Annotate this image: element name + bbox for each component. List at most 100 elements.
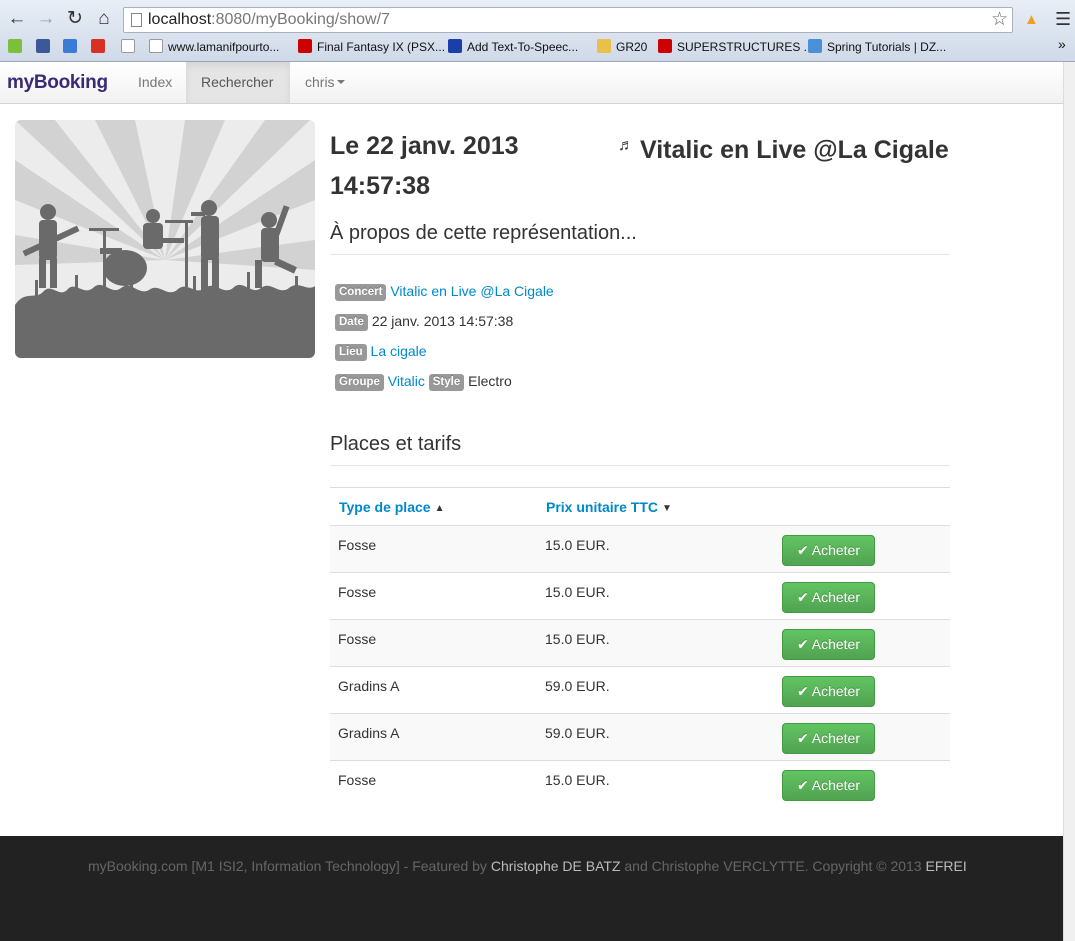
bookmarks-overflow-icon[interactable]: »	[1058, 36, 1066, 52]
brand-logo[interactable]: myBooking	[7, 62, 108, 104]
bookmark-item[interactable]	[121, 38, 135, 56]
bookmark-item[interactable]: GR20	[597, 38, 647, 56]
buy-button[interactable]: ✔ Acheter	[782, 582, 875, 613]
bookmark-item[interactable]	[36, 38, 50, 56]
gmail-icon	[91, 39, 105, 53]
tarifs-heading: Places et tarifs	[330, 433, 950, 466]
browser-chrome: ← → ↻ ⌂ localhost:8080/myBooking/show/7 …	[0, 0, 1075, 62]
col-action-header	[774, 487, 950, 526]
bookmark-item[interactable]: www.lamanifpourto...	[149, 38, 279, 56]
bookmark-item[interactable]: SUPERSTRUCTURES ...	[658, 38, 814, 56]
speech-icon	[448, 39, 462, 53]
bookmarks-bar: www.lamanifpourto... Final Fantasy IX (P…	[0, 36, 1075, 58]
check-icon: ✔	[797, 542, 809, 558]
browser-menu-icon[interactable]: ☰	[1055, 9, 1071, 29]
place-price: 15.0 EUR.	[537, 525, 774, 573]
place-price: 15.0 EUR.	[537, 760, 774, 808]
place-type: Fosse	[330, 572, 537, 620]
url-host: localhost	[148, 11, 212, 28]
bookmark-item[interactable]	[91, 38, 105, 56]
table-row: Gradins A 59.0 EUR. ✔ Acheter	[330, 713, 950, 761]
youtube-icon	[658, 39, 672, 53]
event-name-title: ♬ Vitalic en Live @La Cigale	[618, 136, 949, 164]
footer-text: myBooking.com [M1 ISI2, Information Tech…	[88, 858, 967, 874]
style-value: Electro	[468, 373, 512, 389]
place-type: Gradins A	[330, 666, 537, 714]
buy-button[interactable]: ✔ Acheter	[782, 723, 875, 754]
page-icon	[149, 39, 163, 53]
buy-button[interactable]: ✔ Acheter	[782, 676, 875, 707]
place-type: Fosse	[330, 525, 537, 573]
concert-link[interactable]: Vitalic en Live @La Cigale	[390, 283, 553, 299]
table-row: Fosse 15.0 EUR. ✔ Acheter	[330, 760, 950, 808]
lieu-link[interactable]: La cigale	[371, 343, 427, 359]
info-concert: Concert Vitalic en Live @La Cigale	[335, 281, 554, 301]
place-price: 15.0 EUR.	[537, 572, 774, 620]
place-type: Gradins A	[330, 713, 537, 761]
footer-author-link[interactable]: Christophe DE BATZ	[491, 858, 621, 874]
place-price: 15.0 EUR.	[537, 619, 774, 667]
bookmark-star-icon[interactable]: ☆	[991, 8, 1008, 32]
browser-toolbar: ← → ↻ ⌂ localhost:8080/myBooking/show/7 …	[0, 5, 1075, 33]
buy-button[interactable]: ✔ Acheter	[782, 535, 875, 566]
date-value: 22 janv. 2013 14:57:38	[371, 313, 514, 329]
page-footer: myBooking.com [M1 ISI2, Information Tech…	[0, 836, 1063, 941]
dzone-icon	[808, 39, 822, 53]
date-label: Date	[335, 314, 368, 331]
concert-image	[15, 120, 315, 358]
info-groupe: Groupe Vitalic Style Electro	[335, 371, 512, 391]
table-row: Gradins A 59.0 EUR. ✔ Acheter	[330, 666, 950, 714]
check-icon: ✔	[797, 589, 809, 605]
app-navbar: myBooking Index Rechercher chris	[0, 62, 1063, 104]
check-icon: ✔	[797, 683, 809, 699]
address-bar[interactable]: localhost:8080/myBooking/show/7 ☆	[123, 7, 1013, 33]
event-date-title: Le 22 janv. 2013 14:57:38	[330, 132, 519, 200]
forward-icon[interactable]: →	[34, 7, 58, 31]
buy-button[interactable]: ✔ Acheter	[782, 770, 875, 801]
home-icon[interactable]: ⌂	[92, 7, 116, 31]
place-price: 59.0 EUR.	[537, 666, 774, 714]
nav-index[interactable]: Index	[123, 62, 187, 103]
reload-icon[interactable]: ↻	[63, 7, 87, 31]
footer-org-link[interactable]: EFREI	[925, 858, 966, 874]
concert-label: Concert	[335, 284, 387, 301]
place-price: 59.0 EUR.	[537, 713, 774, 761]
page-icon	[131, 13, 142, 27]
extension-flame-icon[interactable]: ▲	[1024, 11, 1039, 28]
page-scrollbar[interactable]	[1063, 62, 1075, 941]
table-header-row: Type de place ▲ Prix unitaire TTC ▼	[330, 487, 950, 526]
bookmark-item[interactable]: Final Fantasy IX (PSX...	[298, 38, 445, 56]
bookmark-item[interactable]	[8, 38, 22, 56]
info-lieu: Lieu La cigale	[335, 341, 427, 361]
place-type: Fosse	[330, 619, 537, 667]
nav-rechercher[interactable]: Rechercher	[186, 62, 290, 103]
concert-illustration	[15, 120, 315, 358]
groupe-label: Groupe	[335, 374, 384, 391]
check-icon: ✔	[797, 777, 809, 793]
buy-button[interactable]: ✔ Acheter	[782, 629, 875, 660]
youtube-icon	[298, 39, 312, 53]
music-note-icon: ♬	[618, 137, 634, 154]
info-date: Date 22 janv. 2013 14:57:38	[335, 311, 513, 331]
url-path: :8080/myBooking/show/7	[211, 11, 390, 28]
place-type: Fosse	[330, 760, 537, 808]
bookmark-item[interactable]: Spring Tutorials | DZ...	[808, 38, 946, 56]
folder-icon	[597, 39, 611, 53]
chevron-down-icon: ▼	[662, 502, 672, 514]
col-price-header[interactable]: Prix unitaire TTC ▼	[537, 487, 774, 526]
style-label: Style	[428, 374, 465, 391]
groupe-link[interactable]: Vitalic	[388, 373, 425, 389]
chevron-up-icon: ▲	[434, 502, 445, 514]
back-icon[interactable]: ←	[5, 7, 29, 31]
page-icon	[121, 39, 135, 53]
table-row: Fosse 15.0 EUR. ✔ Acheter	[330, 525, 950, 573]
check-icon: ✔	[797, 730, 809, 746]
bookmark-item[interactable]	[63, 38, 77, 56]
table-row: Fosse 15.0 EUR. ✔ Acheter	[330, 572, 950, 620]
bookmark-app-icon	[8, 39, 22, 53]
col-type-header[interactable]: Type de place ▲	[330, 487, 537, 526]
lieu-label: Lieu	[335, 344, 367, 361]
nav-user-dropdown[interactable]: chris	[290, 62, 360, 103]
bookmark-item[interactable]: Add Text-To-Speec...	[448, 38, 578, 56]
table-row: Fosse 15.0 EUR. ✔ Acheter	[330, 619, 950, 667]
